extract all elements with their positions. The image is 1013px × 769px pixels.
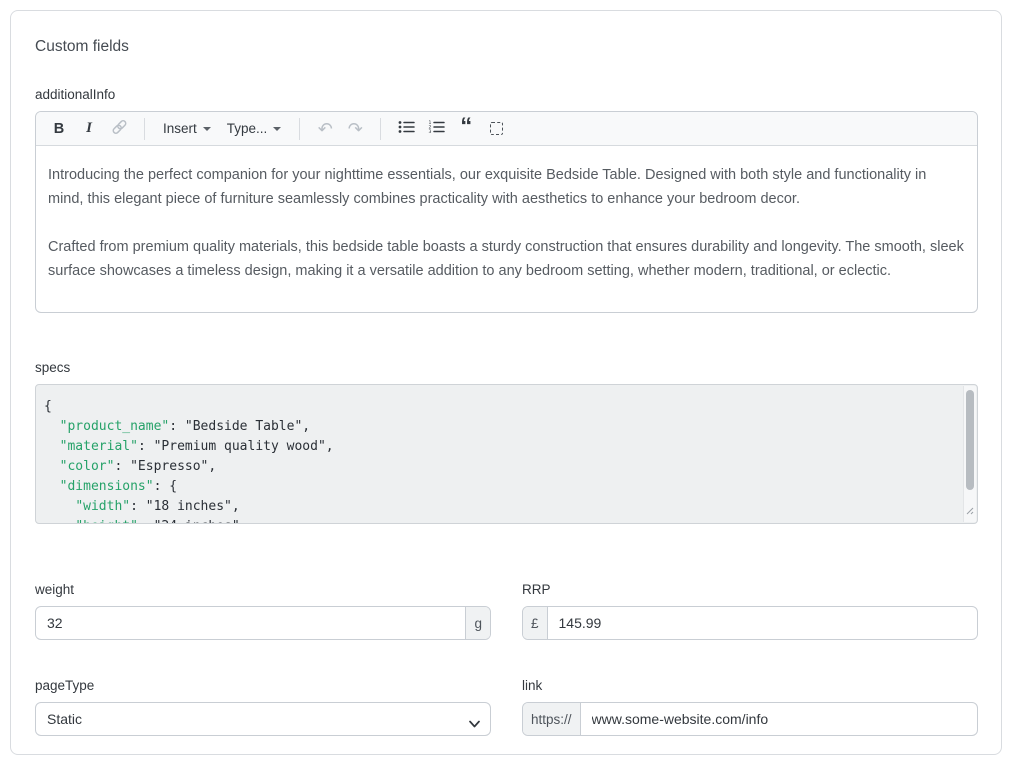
weight-unit-addon: g	[465, 607, 490, 639]
insert-dropdown[interactable]: Insert	[157, 116, 217, 142]
additional-info-label: additionalInfo	[35, 87, 978, 102]
rte-content[interactable]: Introducing the perfect companion for yo…	[36, 146, 977, 312]
specs-code: { "product_name": "Bedside Table", "mate…	[36, 385, 977, 524]
resize-grip[interactable]	[965, 502, 974, 520]
specs-label: specs	[35, 360, 978, 375]
link-input-group: https://	[522, 702, 978, 736]
scrollbar-thumb[interactable]	[966, 390, 974, 490]
link-button[interactable]	[106, 116, 132, 142]
bold-button[interactable]: B	[46, 116, 72, 142]
blockquote-icon: “	[460, 122, 472, 136]
rrp-label: RRP	[522, 582, 978, 597]
custom-fields-card: Custom fields additionalInfo B I Insert …	[10, 10, 1002, 755]
rte-paragraph: Crafted from premium quality materials, …	[48, 235, 964, 283]
bullet-list-button[interactable]	[393, 116, 419, 142]
dashed-square-icon	[490, 122, 503, 135]
toolbar-divider	[144, 118, 145, 140]
scrollbar-track[interactable]	[963, 386, 976, 522]
page-type-select-wrap: Static	[35, 702, 491, 736]
rte-paragraph: Introducing the perfect companion for yo…	[48, 163, 964, 211]
weight-input[interactable]	[36, 607, 465, 639]
link-protocol-addon: https://	[523, 703, 581, 735]
link-label: link	[522, 678, 978, 693]
link-input[interactable]	[581, 703, 977, 735]
type-dropdown[interactable]: Type...	[221, 116, 288, 142]
svg-text:3: 3	[428, 129, 431, 135]
specs-textarea[interactable]: { "product_name": "Bedside Table", "mate…	[35, 384, 978, 524]
redo-button[interactable]: ↷	[342, 116, 368, 142]
rte-toolbar: B I Insert Type... ↶ ↷	[36, 112, 977, 146]
show-blocks-button[interactable]	[483, 116, 509, 142]
card-title: Custom fields	[35, 38, 978, 56]
caret-down-icon	[273, 127, 281, 131]
page-type-label: pageType	[35, 678, 491, 693]
weight-label: weight	[35, 582, 491, 597]
numbered-list-icon: 123	[428, 119, 445, 138]
type-dropdown-label: Type...	[227, 121, 268, 136]
toolbar-divider	[380, 118, 381, 140]
rrp-input-group: £	[522, 606, 978, 640]
toolbar-divider	[299, 118, 300, 140]
page-type-select[interactable]: Static	[35, 702, 491, 736]
rrp-currency-addon: £	[523, 607, 548, 639]
link-icon	[111, 119, 128, 138]
undo-button[interactable]: ↶	[312, 116, 338, 142]
caret-down-icon	[203, 127, 211, 131]
redo-icon: ↷	[348, 120, 363, 138]
bullet-list-icon	[398, 119, 415, 138]
rrp-input[interactable]	[548, 607, 977, 639]
blockquote-button[interactable]: “	[453, 116, 479, 142]
insert-dropdown-label: Insert	[163, 121, 197, 136]
italic-button[interactable]: I	[76, 116, 102, 142]
weight-input-group: g	[35, 606, 491, 640]
numbered-list-button[interactable]: 123	[423, 116, 449, 142]
rich-text-editor: B I Insert Type... ↶ ↷	[35, 111, 978, 313]
undo-icon: ↶	[318, 120, 333, 138]
